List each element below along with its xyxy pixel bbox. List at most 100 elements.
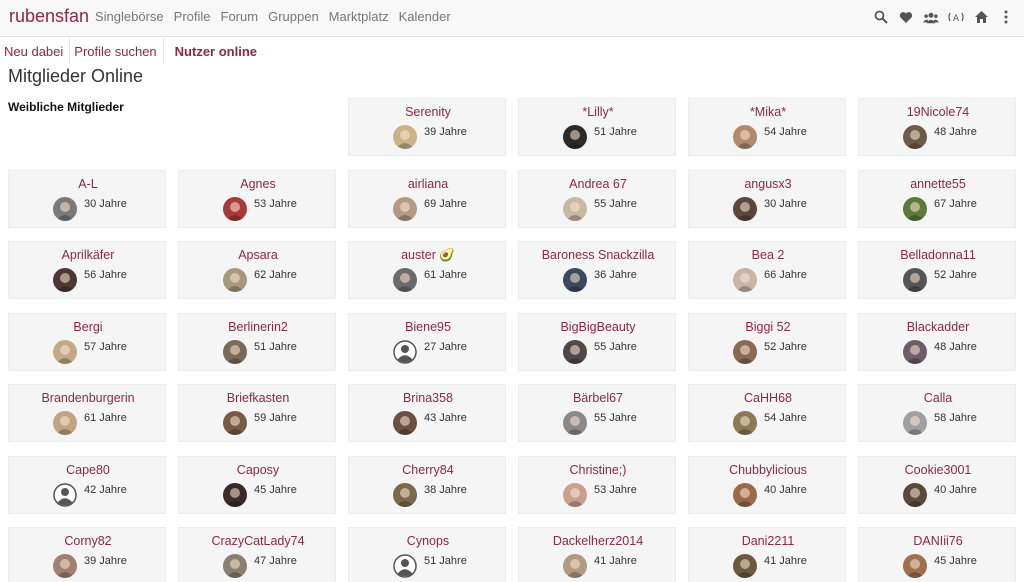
member-card[interactable]: Bea 2 66 Jahre [688, 241, 846, 299]
member-card[interactable]: annette55 67 Jahre [858, 170, 1016, 228]
avatar[interactable] [393, 268, 417, 292]
member-card[interactable]: CrazyCatLady74 47 Jahre [178, 527, 336, 582]
home-icon[interactable] [973, 9, 989, 25]
avatar[interactable] [733, 197, 757, 221]
avatar[interactable] [53, 268, 77, 292]
default-avatar-icon[interactable] [393, 554, 417, 578]
member-name[interactable]: Caposy [179, 463, 337, 477]
brand-logo[interactable]: rubensfan [9, 6, 89, 27]
member-card[interactable]: Biene95 27 Jahre [348, 313, 506, 371]
member-name[interactable]: Apsara [179, 248, 337, 262]
avatar[interactable] [563, 483, 587, 507]
avatar[interactable] [223, 554, 247, 578]
member-name[interactable]: Serenity [349, 105, 507, 119]
member-name[interactable]: Biggi 52 [689, 320, 847, 334]
member-name[interactable]: Bärbel67 [519, 391, 677, 405]
member-card[interactable]: Aprilkäfer 56 Jahre [8, 241, 166, 299]
member-name[interactable]: BigBigBeauty [519, 320, 677, 334]
member-card[interactable]: A-L 30 Jahre [8, 170, 166, 228]
avatar[interactable] [733, 340, 757, 364]
avatar[interactable] [223, 483, 247, 507]
member-name[interactable]: Belladonna11 [859, 248, 1017, 262]
member-card[interactable]: Briefkasten 59 Jahre [178, 384, 336, 442]
member-card[interactable]: Dackelherz2014 41 Jahre [518, 527, 676, 582]
member-name[interactable]: Christine;) [519, 463, 677, 477]
member-name[interactable]: *Mika* [689, 105, 847, 119]
avatar[interactable] [223, 268, 247, 292]
avatar[interactable] [223, 411, 247, 435]
member-name[interactable]: A-L [9, 177, 167, 191]
subnav-nutzer-online[interactable]: Nutzer online [164, 38, 263, 64]
member-card[interactable]: Cookie3001 40 Jahre [858, 456, 1016, 514]
member-name[interactable]: Biene95 [349, 320, 507, 334]
heart-icon[interactable] [898, 9, 914, 25]
member-name[interactable]: 19Nicole74 [859, 105, 1017, 119]
avatar[interactable] [563, 125, 587, 149]
nav-forum[interactable]: Forum [221, 9, 259, 24]
member-name[interactable]: Corny82 [9, 534, 167, 548]
default-avatar-icon[interactable] [53, 483, 77, 507]
member-card[interactable]: CaHH68 54 Jahre [688, 384, 846, 442]
avatar[interactable] [393, 125, 417, 149]
member-name[interactable]: *Lilly* [519, 105, 677, 119]
member-name[interactable]: airliana [349, 177, 507, 191]
nav-profile[interactable]: Profile [174, 9, 211, 24]
avatar[interactable] [733, 268, 757, 292]
member-card[interactable]: Dani2211 41 Jahre [688, 527, 846, 582]
avatar[interactable] [733, 411, 757, 435]
avatar[interactable] [563, 411, 587, 435]
member-name[interactable]: Chubbylicious [689, 463, 847, 477]
avatar[interactable] [53, 197, 77, 221]
member-card[interactable]: Belladonna11 52 Jahre [858, 241, 1016, 299]
nav-singleboerse[interactable]: Singlebörse [95, 9, 164, 24]
member-card[interactable]: Cherry84 38 Jahre [348, 456, 506, 514]
avatar[interactable] [563, 340, 587, 364]
member-name[interactable]: Calla [859, 391, 1017, 405]
member-card[interactable]: Bergi 57 Jahre [8, 313, 166, 371]
member-name[interactable]: Andrea 67 [519, 177, 677, 191]
member-card[interactable]: 19Nicole74 48 Jahre [858, 98, 1016, 156]
member-name[interactable]: Cape80 [9, 463, 167, 477]
member-card[interactable]: airliana 69 Jahre [348, 170, 506, 228]
member-card[interactable]: Biggi 52 52 Jahre [688, 313, 846, 371]
member-card[interactable]: Chubbylicious 40 Jahre [688, 456, 846, 514]
nav-gruppen[interactable]: Gruppen [268, 9, 319, 24]
avatar[interactable] [733, 554, 757, 578]
member-card[interactable]: Bärbel67 55 Jahre [518, 384, 676, 442]
member-name[interactable]: Agnes [179, 177, 337, 191]
avatar[interactable] [903, 125, 927, 149]
subnav-profile-suchen[interactable]: Profile suchen [70, 38, 164, 64]
avatar[interactable] [393, 483, 417, 507]
avatar[interactable] [53, 554, 77, 578]
subnav-neu-dabei[interactable]: Neu dabei [0, 38, 71, 64]
member-card[interactable]: DANIii76 45 Jahre [858, 527, 1016, 582]
member-name[interactable]: Blackadder [859, 320, 1017, 334]
member-name[interactable]: Baroness Snackzilla [519, 248, 677, 262]
member-card[interactable]: Agnes 53 Jahre [178, 170, 336, 228]
avatar[interactable] [223, 340, 247, 364]
member-name[interactable]: Briefkasten [179, 391, 337, 405]
search-icon[interactable] [873, 9, 889, 25]
avatar[interactable] [903, 197, 927, 221]
member-card[interactable]: Serenity 39 Jahre [348, 98, 506, 156]
member-card[interactable]: Cynops 51 Jahre [348, 527, 506, 582]
member-name[interactable]: Brandenburgerin [9, 391, 167, 405]
member-name[interactable]: Berlinerin2 [179, 320, 337, 334]
member-card[interactable]: Brina358 43 Jahre [348, 384, 506, 442]
member-name[interactable]: Cookie3001 [859, 463, 1017, 477]
member-name[interactable]: CaHH68 [689, 391, 847, 405]
avatar[interactable] [563, 268, 587, 292]
nav-kalender[interactable]: Kalender [399, 9, 451, 24]
avatar[interactable] [903, 483, 927, 507]
member-card[interactable]: Berlinerin2 51 Jahre [178, 313, 336, 371]
member-card[interactable]: *Mika* 54 Jahre [688, 98, 846, 156]
avatar[interactable] [223, 197, 247, 221]
group-icon[interactable] [923, 9, 939, 25]
more-vertical-icon[interactable] [998, 9, 1014, 25]
member-card[interactable]: Corny82 39 Jahre [8, 527, 166, 582]
member-card[interactable]: Apsara 62 Jahre [178, 241, 336, 299]
member-name[interactable]: Cynops [349, 534, 507, 548]
member-card[interactable]: auster 🥑 61 Jahre [348, 241, 506, 299]
avatar[interactable] [903, 554, 927, 578]
member-name[interactable]: Brina358 [349, 391, 507, 405]
